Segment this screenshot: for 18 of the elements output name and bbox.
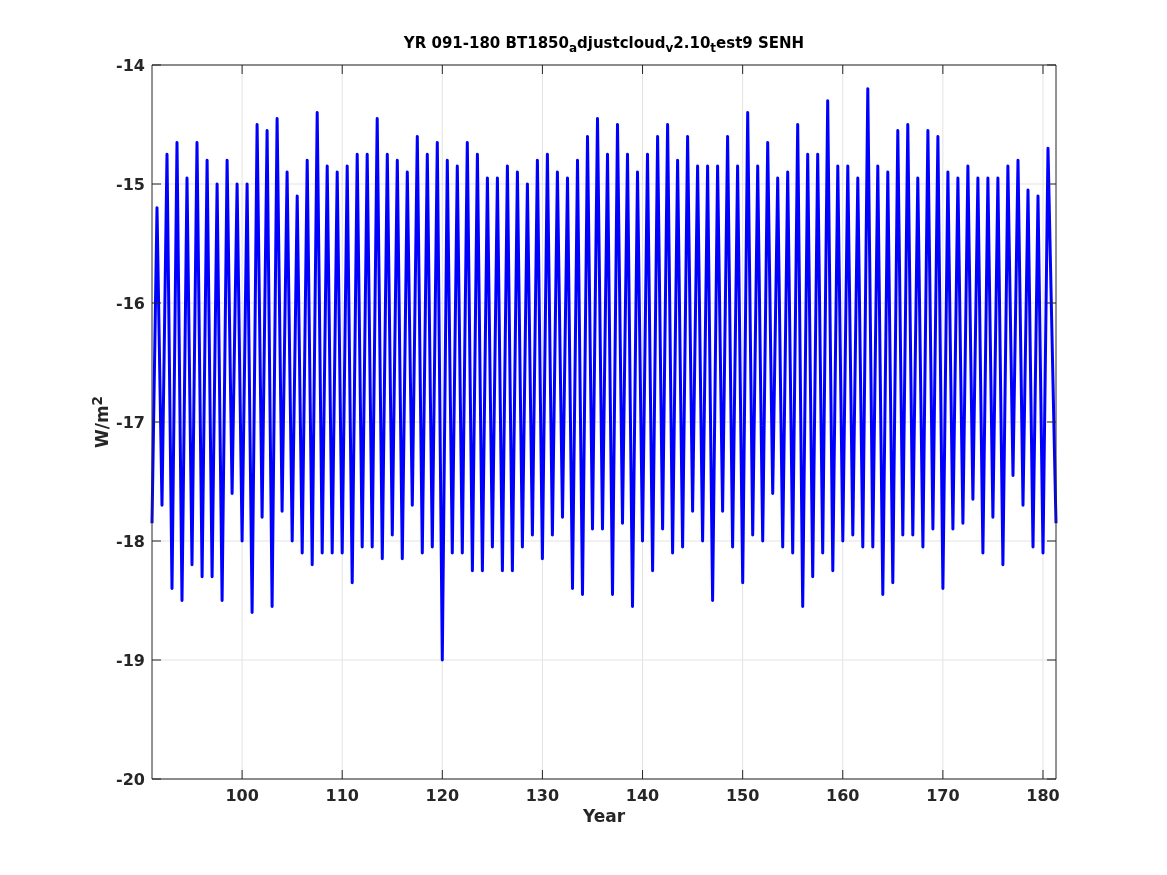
tick-label: -16 [116,294,145,313]
chart-title: YR 091-180 BT1850$_{a}$djustcloud$_{v}$2.10$_{t}$est9 SENH [403,34,805,56]
tick-label: 170 [926,786,960,805]
tick-label: 180 [1026,786,1060,805]
tick-label: -15 [116,175,145,194]
tick-label: 120 [425,786,459,805]
tick-label: -14 [116,56,145,75]
tick-label: -17 [116,413,145,432]
tick-label: 130 [525,786,560,805]
axis-title: Year [582,806,626,826]
tick-label: 100 [225,786,259,805]
tick-label: 110 [325,786,359,805]
tick-label: 150 [725,786,760,805]
tick-label: 160 [826,786,860,805]
tick-label: -18 [116,532,145,551]
tick-label: 140 [625,786,660,805]
tick-label: -20 [116,770,145,789]
tick-label: -19 [116,651,145,670]
